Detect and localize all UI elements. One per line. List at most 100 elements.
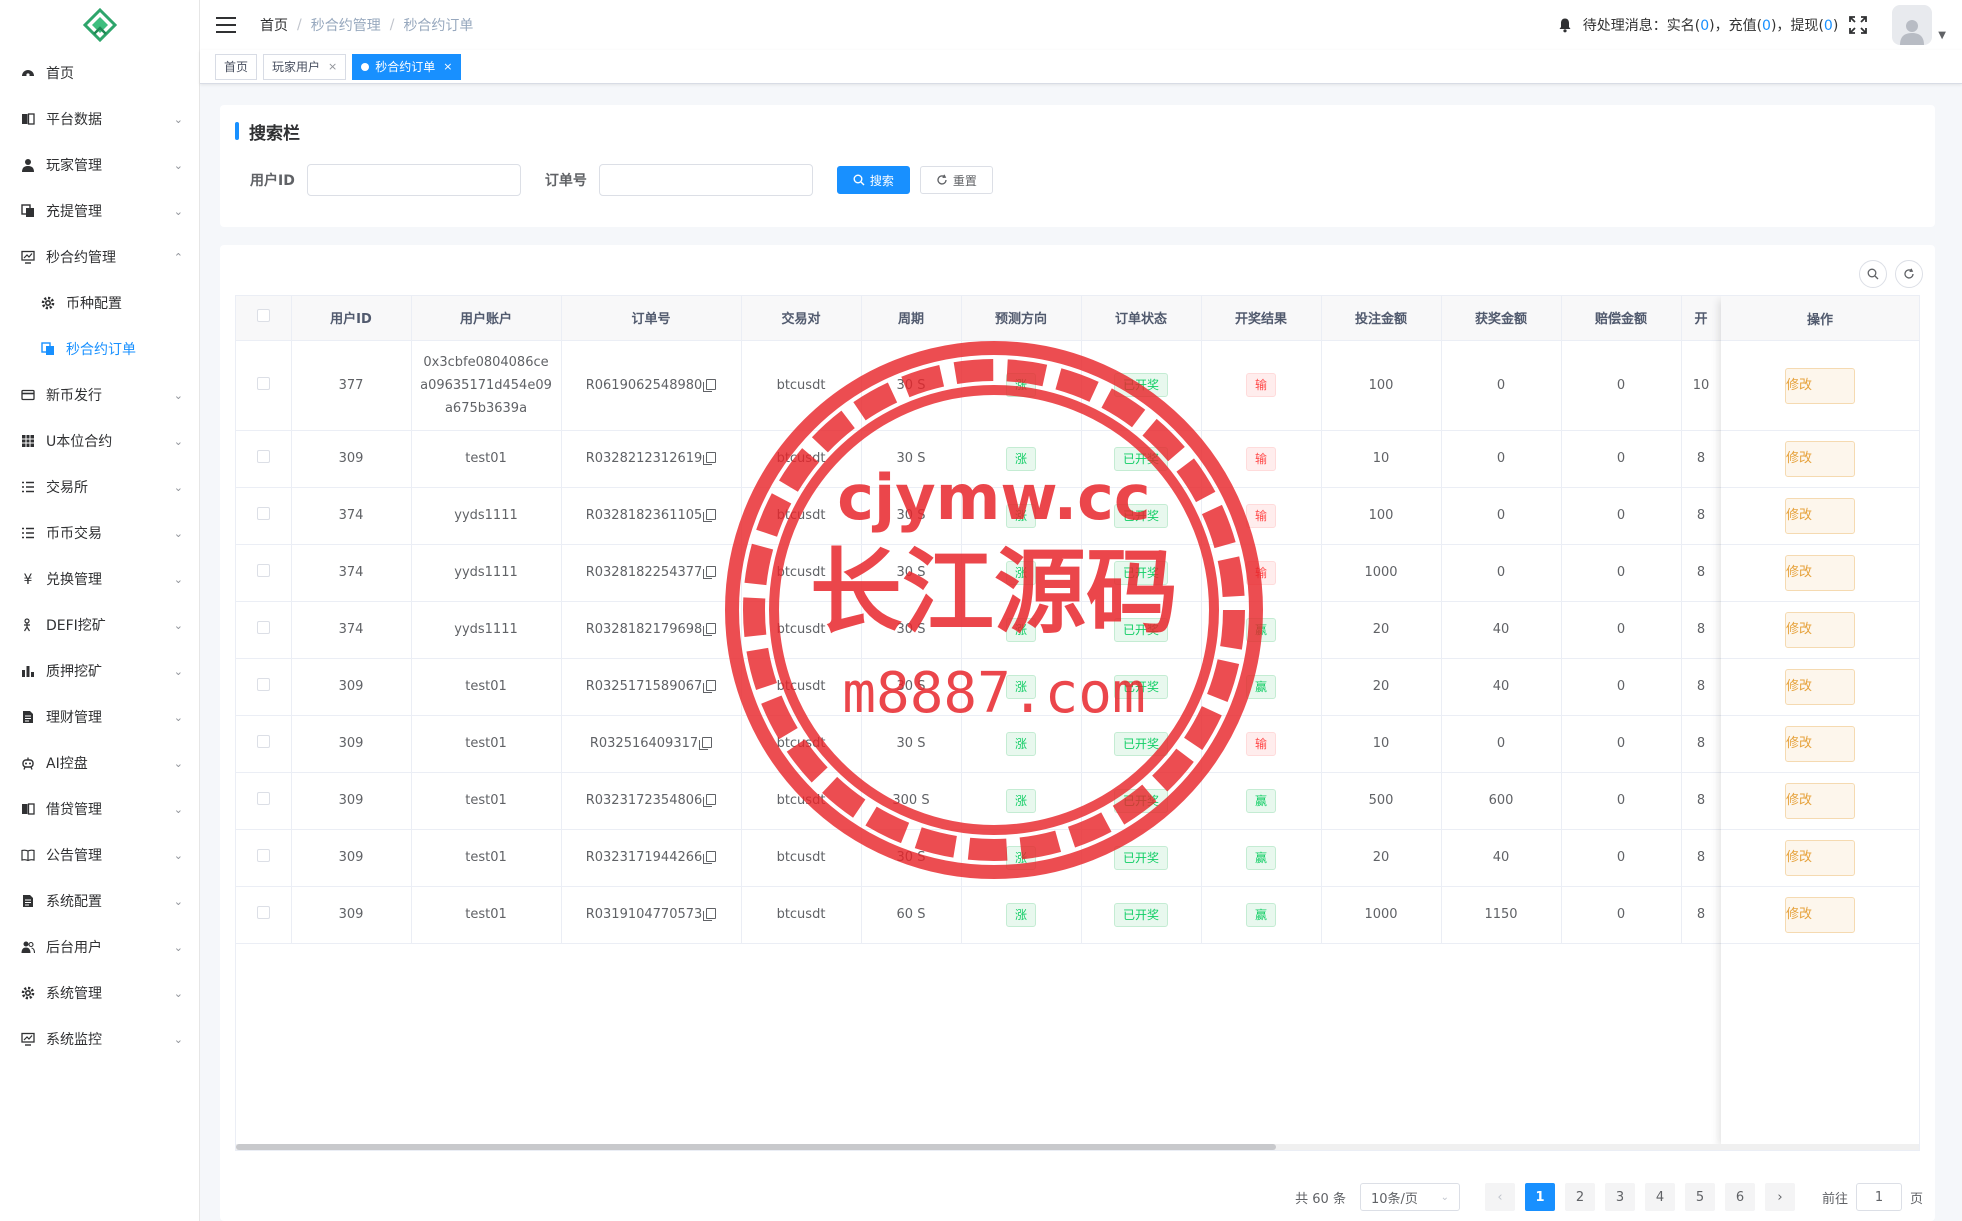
copy-icon[interactable]: [703, 452, 717, 465]
copy-icon[interactable]: [699, 737, 713, 750]
sidebar-item-12[interactable]: DEFI挖矿 ⌄: [0, 602, 199, 648]
order-no-input[interactable]: [598, 164, 813, 196]
edit-button[interactable]: 修改: [1785, 840, 1855, 876]
cell-truncated: 8: [1681, 544, 1722, 602]
sidebar-item-18[interactable]: 系统配置 ⌄: [0, 878, 199, 924]
edit-button[interactable]: 修改: [1785, 897, 1855, 933]
next-page-button[interactable]: ›: [1764, 1183, 1795, 1211]
sidebar-item-11[interactable]: ¥ 兑换管理 ⌄: [0, 556, 199, 602]
page-button-4[interactable]: 4: [1644, 1183, 1675, 1211]
page-button-3[interactable]: 3: [1604, 1183, 1635, 1211]
tag-1[interactable]: 玩家用户 ×: [263, 53, 347, 80]
scrollbar-thumb[interactable]: [236, 1144, 1276, 1150]
logo[interactable]: [0, 0, 199, 50]
copy-icon[interactable]: [703, 851, 717, 864]
edit-button[interactable]: 修改: [1785, 726, 1855, 762]
sidebar-item-5[interactable]: 币种配置: [0, 280, 199, 326]
page-button-1[interactable]: 1: [1524, 1183, 1555, 1211]
row-checkbox[interactable]: [256, 792, 270, 805]
copy-icon[interactable]: [703, 509, 717, 522]
edit-button[interactable]: 修改: [1785, 783, 1855, 819]
sidebar-item-2[interactable]: 玩家管理 ⌄: [0, 142, 199, 188]
sidebar-item-1[interactable]: 平台数据 ⌄: [0, 96, 199, 142]
page-button-2[interactable]: 2: [1564, 1183, 1595, 1211]
sidebar-item-19[interactable]: 后台用户 ⌄: [0, 924, 199, 970]
sidebar-item-16[interactable]: 借贷管理 ⌄: [0, 786, 199, 832]
refresh-table-button[interactable]: [1895, 260, 1923, 288]
row-checkbox[interactable]: [256, 376, 270, 390]
bell-icon[interactable]: [1557, 17, 1573, 33]
cell-period: 30 S: [861, 658, 962, 716]
pending-notice[interactable]: 待处理消息：实名(0)，充值(0)，提现(0): [1583, 15, 1839, 35]
select-all-checkbox[interactable]: [256, 309, 270, 323]
sidebar-item-20[interactable]: 系统管理 ⌄: [0, 970, 199, 1016]
sidebar-item-label: 秒合约管理: [46, 250, 116, 266]
copy-icon[interactable]: [703, 908, 717, 921]
copy-icon[interactable]: [703, 680, 717, 693]
sidebar-item-3[interactable]: 充提管理 ⌄: [0, 188, 199, 234]
direction-badge: 涨: [1005, 845, 1036, 870]
horizontal-scrollbar[interactable]: [236, 1144, 1919, 1150]
actions-header: 操作: [1721, 296, 1919, 341]
cell-period: 30 S: [861, 487, 962, 545]
toggle-search-button[interactable]: [1859, 260, 1887, 288]
row-checkbox[interactable]: [256, 906, 270, 919]
copy-icon[interactable]: [703, 794, 717, 807]
row-checkbox[interactable]: [256, 507, 270, 520]
cell-win: 0: [1441, 487, 1562, 545]
row-checkbox[interactable]: [256, 621, 270, 634]
prev-page-button[interactable]: ‹: [1484, 1183, 1515, 1211]
edit-button[interactable]: 修改: [1785, 555, 1855, 591]
status-badge: 已开奖: [1113, 674, 1168, 699]
edit-button[interactable]: 修改: [1785, 498, 1855, 534]
tag-0[interactable]: 首页: [215, 53, 258, 80]
sidebar-item-10[interactable]: 币币交易 ⌄: [0, 510, 199, 556]
close-icon[interactable]: ×: [443, 55, 452, 79]
row-checkbox[interactable]: [256, 849, 270, 862]
sidebar-item-15[interactable]: AI控盘 ⌄: [0, 740, 199, 786]
hamburger-icon[interactable]: [216, 17, 236, 33]
reset-button[interactable]: 重置: [919, 166, 993, 194]
sidebar-item-13[interactable]: 质押挖矿 ⌄: [0, 648, 199, 694]
order-no-text: R0328182361105: [585, 508, 703, 523]
sidebar-item-6[interactable]: 秒合约订单: [0, 326, 199, 372]
direction-badge: 涨: [1005, 902, 1036, 927]
cell-win: 40: [1441, 829, 1562, 887]
copy-icon[interactable]: [703, 623, 717, 636]
sidebar-item-4[interactable]: 秒合约管理 ⌃: [0, 234, 199, 280]
sidebar-item-label: 后台用户: [46, 940, 102, 956]
row-checkbox[interactable]: [256, 678, 270, 691]
page-size-select[interactable]: 10条/页 ⌄: [1359, 1183, 1460, 1211]
direction-badge: 涨: [1005, 560, 1036, 585]
breadcrumb-home[interactable]: 首页: [260, 15, 288, 35]
chevron-down-icon[interactable]: ▼: [1938, 30, 1946, 41]
search-button[interactable]: 搜索: [836, 166, 910, 194]
fullscreen-icon[interactable]: [1848, 15, 1868, 35]
page-button-6[interactable]: 6: [1724, 1183, 1755, 1211]
column-header-0[interactable]: [236, 296, 292, 341]
sidebar-item-17[interactable]: 公告管理 ⌄: [0, 832, 199, 878]
sidebar-item-14[interactable]: 理财管理 ⌄: [0, 694, 199, 740]
tag-2[interactable]: 秒合约订单 ×: [352, 53, 462, 80]
edit-button[interactable]: 修改: [1785, 669, 1855, 705]
close-icon[interactable]: ×: [328, 55, 337, 79]
avatar[interactable]: [1892, 5, 1933, 45]
breadcrumb-current: 秒合约订单: [403, 18, 474, 34]
result-badge: 输: [1245, 560, 1276, 585]
row-checkbox[interactable]: [256, 450, 270, 463]
copy-icon[interactable]: [703, 566, 717, 579]
edit-button[interactable]: 修改: [1785, 367, 1855, 404]
edit-button[interactable]: 修改: [1785, 612, 1855, 648]
user-id-input[interactable]: [306, 164, 521, 196]
sidebar-item-0[interactable]: 首页: [0, 50, 199, 96]
page-button-5[interactable]: 5: [1684, 1183, 1715, 1211]
sidebar-item-21[interactable]: 系统监控 ⌄: [0, 1016, 199, 1062]
row-checkbox[interactable]: [256, 564, 270, 577]
sidebar-item-9[interactable]: 交易所 ⌄: [0, 464, 199, 510]
sidebar-item-8[interactable]: U本位合约 ⌄: [0, 418, 199, 464]
sidebar-item-7[interactable]: 新币发行 ⌄: [0, 372, 199, 418]
row-checkbox[interactable]: [256, 735, 270, 748]
edit-button[interactable]: 修改: [1785, 441, 1855, 477]
jump-page-input[interactable]: 1: [1855, 1183, 1902, 1211]
copy-icon[interactable]: [703, 378, 717, 392]
